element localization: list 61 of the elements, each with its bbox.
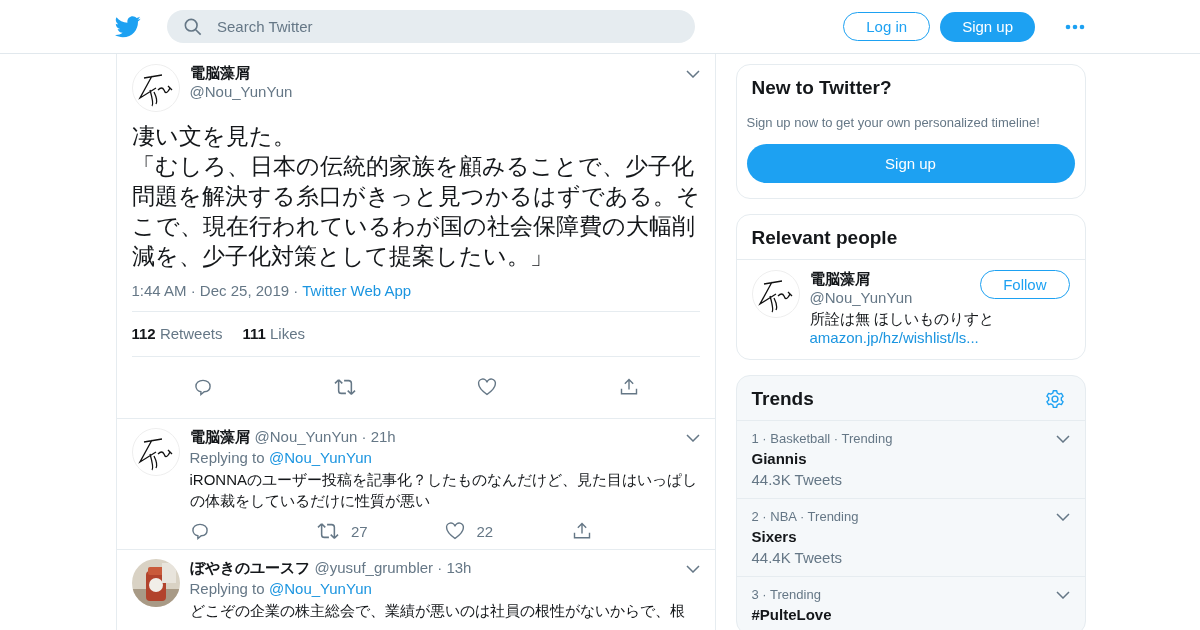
tweet-time[interactable]: 1:44 AM · Dec 25, 2019 · <box>131 282 299 299</box>
trend-count: 44.4K Tweets <box>751 549 844 566</box>
author-name[interactable]: ぼやきのユースフ <box>189 559 310 578</box>
heart-icon[interactable] <box>444 521 465 541</box>
mention-link[interactable]: @Nou_YunYun <box>269 580 372 597</box>
chevron-icon[interactable] <box>685 70 700 78</box>
retweet-icon[interactable] <box>333 376 356 397</box>
trend-count: 44.3K Tweets <box>751 471 844 488</box>
person-name[interactable]: 電脳藻屑 <box>809 270 913 289</box>
search-icon <box>184 18 202 36</box>
person-bio: 所詮は無 ほしいものりすと <box>809 310 995 329</box>
bird-logo-icon[interactable] <box>115 15 141 38</box>
retweets-count[interactable]: 112 Retweets <box>131 325 223 342</box>
trend-item[interactable]: 2 · NBA · Trending Sixers 44.4K Tweets <box>736 499 1085 577</box>
author-meta[interactable]: @yusuf_grumbler · 13h <box>314 559 472 576</box>
trend-item[interactable]: 1 · Basketball · Trending Giannis 44.3K Tweets <box>736 421 1085 499</box>
login-button[interactable]: Log in <box>843 12 931 41</box>
share-icon[interactable] <box>618 376 639 397</box>
reply-icon[interactable] <box>189 521 210 541</box>
follow-button[interactable]: Follow <box>980 270 1070 299</box>
likes-count[interactable]: 111 Likes <box>242 325 305 342</box>
trend-item[interactable]: 3 · Trending #PulteLove <box>736 577 1085 630</box>
reply-text: iRONNAのユーザー投稿を記事化？したものなんだけど、見た目はいっぱしの体裁をしているだけに性質が悪い <box>189 470 698 511</box>
retweet-icon[interactable] <box>317 521 339 541</box>
share-icon[interactable] <box>572 521 592 541</box>
chevron-icon[interactable] <box>1055 590 1070 599</box>
more-icon[interactable] <box>1065 23 1085 30</box>
heart-icon[interactable] <box>476 376 497 397</box>
trend-name: Giannis <box>751 450 808 467</box>
trend-meta: 1 · Basketball · Trending <box>751 431 893 446</box>
author-meta[interactable]: @Nou_YunYun · 21h <box>254 428 396 445</box>
person-handle[interactable]: @Nou_YunYun <box>809 289 913 306</box>
card-title: Relevant people <box>736 215 1085 260</box>
author-name[interactable]: 電脳藻屑 <box>189 64 293 83</box>
search-field[interactable]: Search Twitter <box>167 10 695 43</box>
replying-label: Replying to <box>189 580 265 597</box>
signup-prompt: Sign up now to get your own personalized timeline! <box>746 115 1041 130</box>
trend-name: #PulteLove <box>751 606 833 623</box>
card-title: Trends <box>751 388 814 410</box>
reply-text: どこぞの企業の株主総会で、業績が悪いのは社員の根性がないからで、根 <box>189 601 686 621</box>
trend-name: Sixers <box>751 528 798 545</box>
settings-icon[interactable] <box>1044 389 1065 409</box>
chevron-icon[interactable] <box>685 434 700 442</box>
tweet-text: 「むしろ、日本の伝統的家族を顧みることで、少子化問題を解決する糸口がきっと見つかるはずである。そこで、現在行われているわが国の社会保障費の大幅削減を、少子化対策として提案したい。」 <box>131 153 701 271</box>
source-link[interactable]: Twitter Web App <box>302 282 412 299</box>
trend-meta: 2 · NBA · Trending <box>751 509 859 524</box>
tweet-text: 凄い文を見た。 <box>131 123 297 151</box>
like-count: 22 <box>476 522 494 540</box>
mention-link[interactable]: @Nou_YunYun <box>269 449 372 466</box>
author-handle[interactable]: @Nou_YunYun <box>189 83 293 100</box>
retweet-count: 27 <box>351 522 368 540</box>
replying-label: Replying to <box>189 449 265 466</box>
chevron-icon[interactable] <box>1055 434 1070 443</box>
card-title: New to Twitter? <box>750 77 893 99</box>
trend-meta: 3 · Trending <box>751 587 821 602</box>
signup-button[interactable]: Sign up <box>940 11 1035 42</box>
chevron-icon[interactable] <box>685 565 700 573</box>
wishlist-link[interactable]: amazon.jp/hz/wishlist/ls... <box>809 329 979 346</box>
author-name[interactable]: 電脳藻屑 <box>189 428 250 447</box>
signup-button[interactable]: Sign up <box>746 144 1075 183</box>
chevron-icon[interactable] <box>1055 512 1070 521</box>
